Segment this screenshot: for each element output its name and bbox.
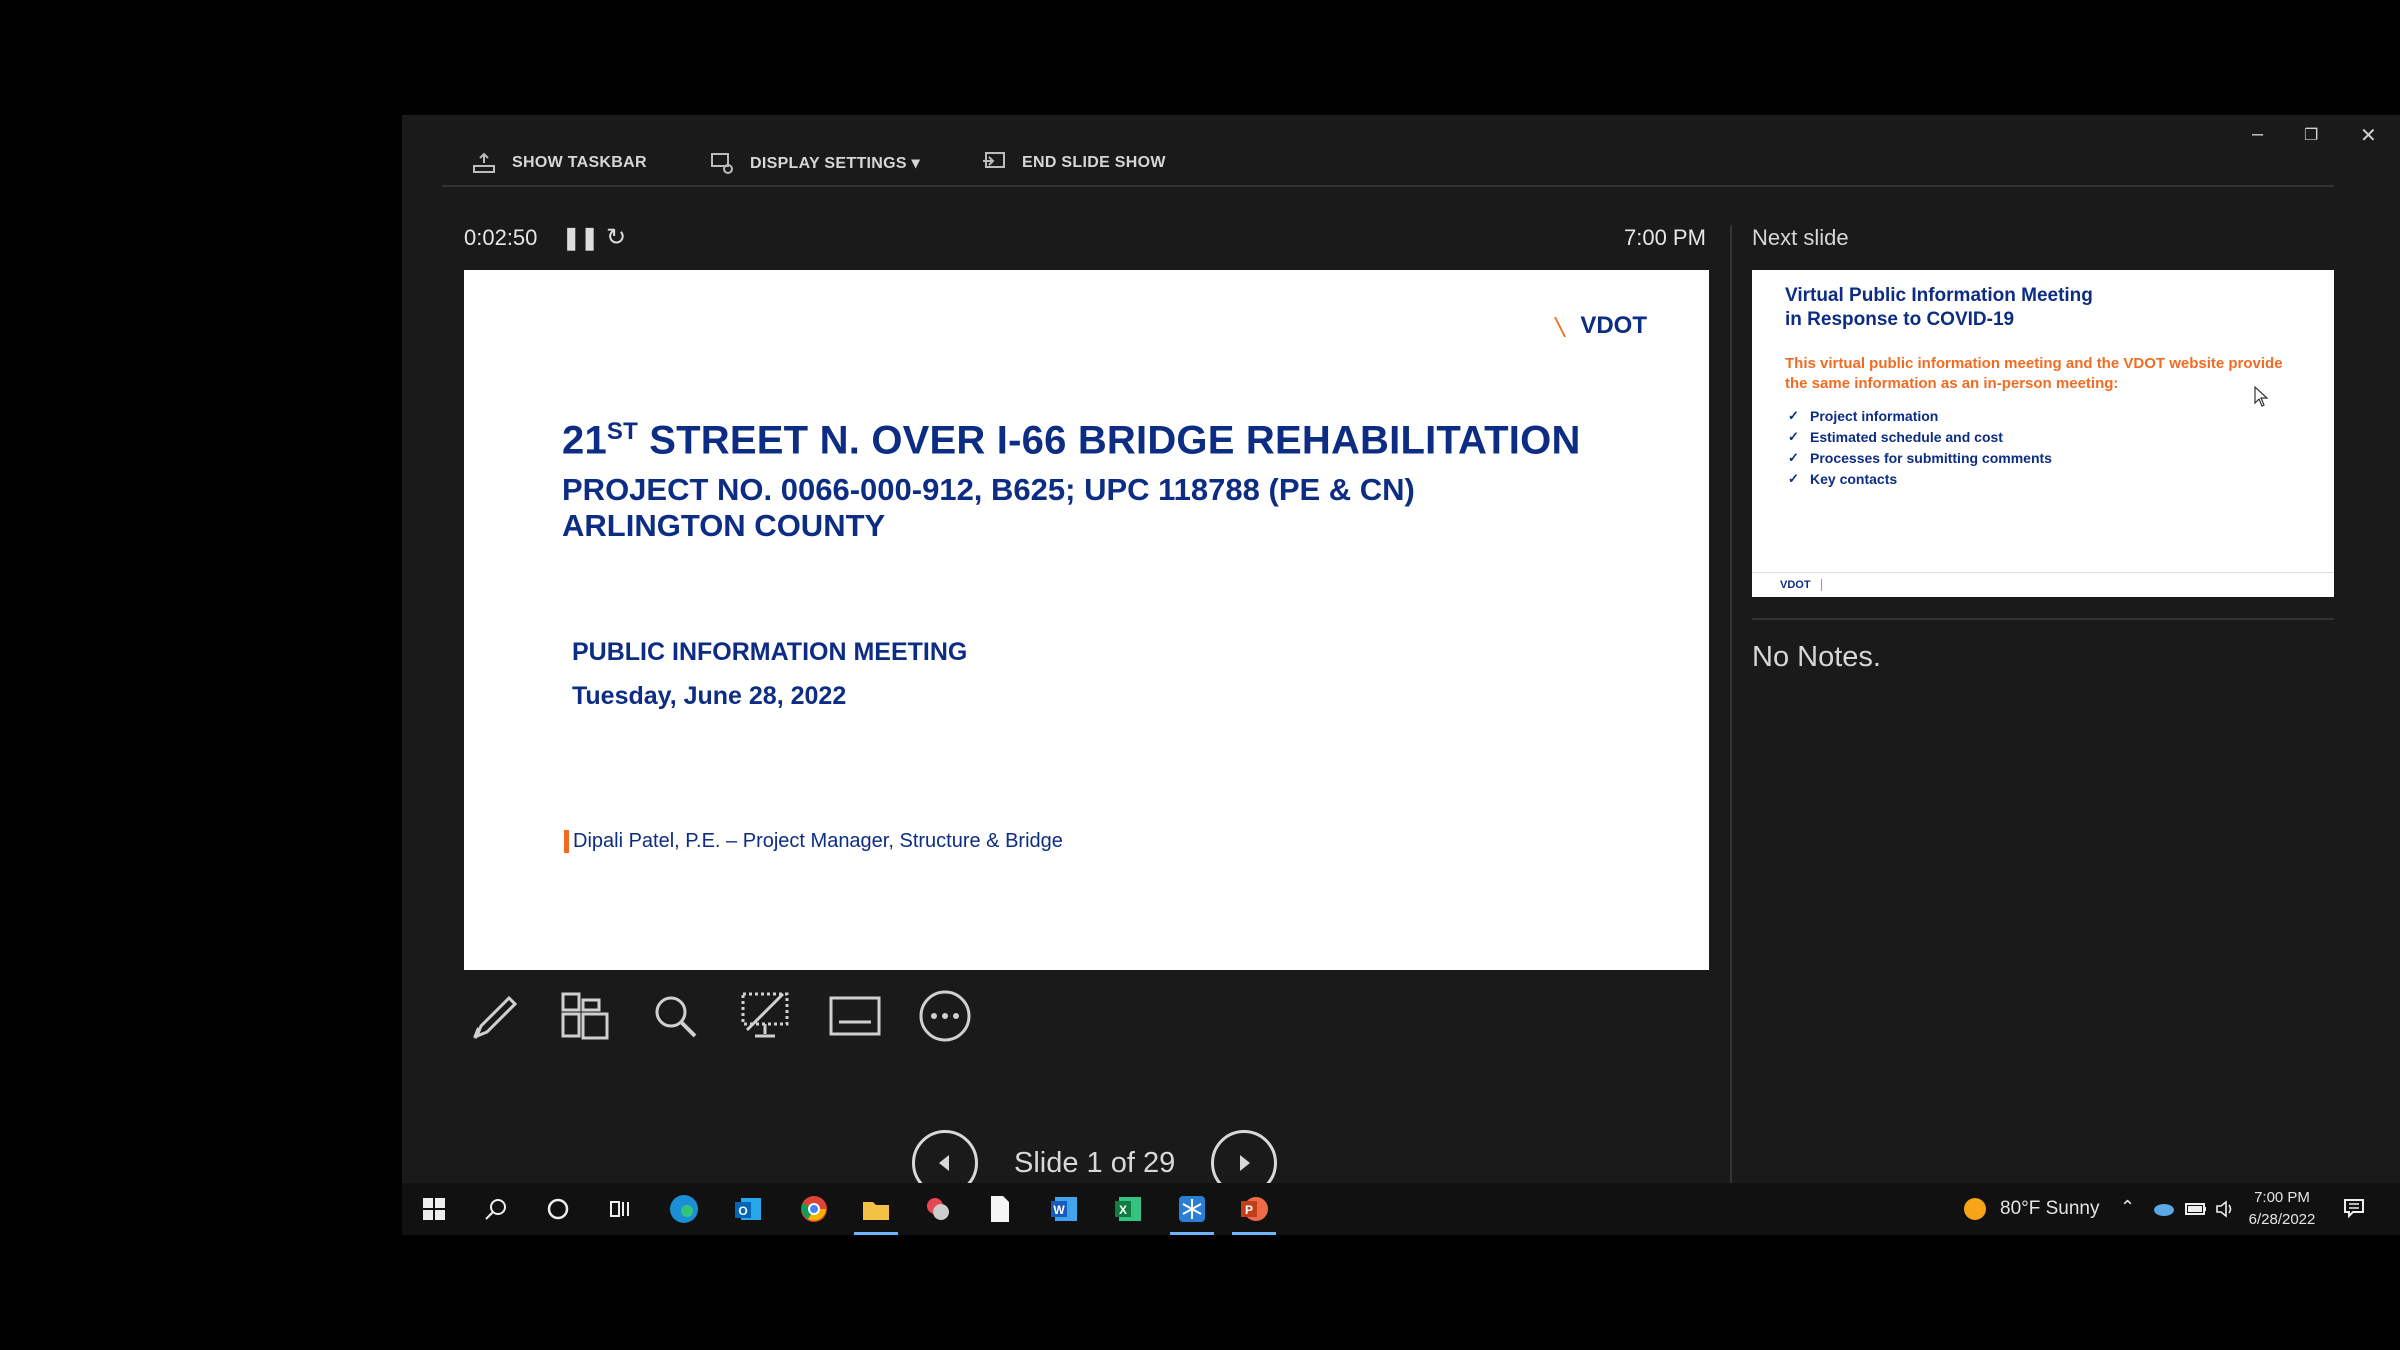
excel-icon[interactable]: X xyxy=(1110,1191,1146,1227)
presenter-view-window: SHOW TASKBAR DISPLAY SETTINGS ▾ END SLID… xyxy=(402,115,2400,1235)
weather-text: 80°F Sunny xyxy=(2000,1198,2100,1219)
current-time: 7:00 PM xyxy=(1624,225,1706,250)
check-icon: ✓ xyxy=(1788,428,1799,444)
word-icon[interactable]: W xyxy=(1046,1191,1082,1227)
outlook-icon[interactable]: O xyxy=(730,1191,766,1227)
task-view-icon[interactable] xyxy=(602,1191,638,1227)
next-slide-footer: VDOT xyxy=(1752,572,2334,597)
footer-divider xyxy=(1820,579,1822,591)
powerpoint-active-indicator xyxy=(1232,1232,1276,1235)
check-icon: ✓ xyxy=(1788,407,1799,423)
toolbar-divider xyxy=(442,185,2334,187)
end-slide-show-icon xyxy=(983,152,1005,168)
cortana-icon[interactable] xyxy=(540,1191,576,1227)
onedrive-icon[interactable] xyxy=(2152,1196,2176,1225)
end-slide-show-button[interactable]: END SLIDE SHOW xyxy=(980,145,1166,181)
windows-start-icon[interactable] xyxy=(416,1191,452,1227)
next-slide-intro: This virtual public information meeting … xyxy=(1785,355,2283,392)
next-slide-title: Virtual Public Information Meeting in Re… xyxy=(1785,285,2093,330)
taskbar-date: 6/28/2022 xyxy=(2248,1211,2316,1228)
snowflake-active-indicator xyxy=(1170,1232,1214,1235)
weather-widget[interactable]: 80°F Sunny xyxy=(1962,1196,2100,1222)
battery-icon[interactable] xyxy=(2184,1197,2208,1226)
list-item: ✓ Project information xyxy=(1788,407,1939,424)
sun-icon xyxy=(1964,1198,1986,1220)
speaker-notes[interactable]: No Notes. xyxy=(1752,641,1881,674)
current-slide[interactable]: VDOT 21ST STREET N. OVER I-66 BRIDGE REH… xyxy=(464,270,1709,970)
notes-divider xyxy=(1752,618,2334,620)
file-explorer-icon[interactable] xyxy=(858,1191,894,1227)
svg-text:X: X xyxy=(1119,1203,1127,1217)
file-explorer-active-indicator xyxy=(854,1232,898,1235)
restore-icon[interactable]: ❐ xyxy=(2304,125,2318,145)
list-item: ✓ Key contacts xyxy=(1788,470,1898,487)
slide-meeting-date: Tuesday, June 28, 2022 xyxy=(572,682,847,710)
minimize-icon[interactable]: – xyxy=(2252,123,2263,146)
next-slide-preview[interactable]: Virtual Public Information Meeting in Re… xyxy=(1752,270,2334,597)
zoom-icon[interactable] xyxy=(644,985,706,1047)
taskbar-icon xyxy=(473,152,495,173)
arrow-left-icon xyxy=(939,1155,949,1171)
show-taskbar-label: SHOW TASKBAR xyxy=(512,154,647,171)
footer-logo: VDOT xyxy=(1780,579,1811,591)
slide-meeting-title: PUBLIC INFORMATION MEETING xyxy=(572,638,968,666)
svg-text:O: O xyxy=(738,1204,747,1218)
pen-icon[interactable] xyxy=(464,985,526,1047)
pause-icon[interactable]: ❚❚ xyxy=(562,225,599,251)
display-settings-button[interactable]: DISPLAY SETTINGS ▾ xyxy=(708,145,920,181)
powerpoint-icon[interactable]: P xyxy=(1236,1191,1272,1227)
elapsed-timer: 0:02:50 xyxy=(464,225,538,250)
more-options-icon[interactable] xyxy=(914,985,976,1047)
slide-counter[interactable]: Slide 1 of 29 xyxy=(1014,1147,1175,1180)
svg-text:W: W xyxy=(1053,1203,1065,1217)
vdot-logo: VDOT xyxy=(1554,312,1647,340)
pane-divider[interactable] xyxy=(1730,225,1732,1235)
windows-taskbar: O W X P 80°F Sunny ⌃ 7:00 PM 6/28/2022 xyxy=(402,1183,2400,1235)
chevron-up-icon[interactable]: ⌃ xyxy=(2120,1197,2135,1218)
list-item: ✓ Estimated schedule and cost xyxy=(1788,428,2003,445)
slide-county: ARLINGTON COUNTY xyxy=(562,508,886,543)
display-settings-label: DISPLAY SETTINGS ▾ xyxy=(750,155,920,172)
black-screen-icon[interactable] xyxy=(734,985,796,1047)
next-slide-label: Next slide xyxy=(1752,225,1849,250)
taskbar-time: 7:00 PM xyxy=(2254,1189,2310,1206)
svg-text:P: P xyxy=(1245,1203,1253,1217)
see-all-slides-icon[interactable] xyxy=(554,985,616,1047)
display-settings-icon xyxy=(711,153,733,174)
check-icon: ✓ xyxy=(1788,470,1799,486)
snipping-tool-icon[interactable] xyxy=(920,1191,956,1227)
slide-project-number: PROJECT NO. 0066-000-912, B625; UPC 1187… xyxy=(562,472,1415,507)
close-icon[interactable]: ✕ xyxy=(2360,123,2377,148)
check-icon: ✓ xyxy=(1788,449,1799,465)
slide-presenter: Dipali Patel, P.E. – Project Manager, St… xyxy=(564,830,1063,853)
edge-browser-icon[interactable] xyxy=(666,1191,702,1227)
notifications-icon[interactable] xyxy=(2342,1196,2366,1225)
subtitles-icon[interactable] xyxy=(824,985,886,1047)
volume-icon[interactable] xyxy=(2214,1197,2238,1226)
taskbar-clock[interactable]: 7:00 PM 6/28/2022 xyxy=(2242,1187,2322,1231)
vdot-logo-icon xyxy=(1554,317,1567,337)
end-slide-show-label: END SLIDE SHOW xyxy=(1022,154,1166,171)
restart-timer-icon[interactable]: ↻ xyxy=(606,223,626,252)
list-item: ✓ Processes for submitting comments xyxy=(1788,449,2052,466)
slide-title: 21ST STREET N. OVER I-66 BRIDGE REHABILI… xyxy=(562,418,1581,463)
mouse-cursor-icon xyxy=(2254,386,2269,407)
notepad-icon[interactable] xyxy=(982,1191,1018,1227)
show-taskbar-button[interactable]: SHOW TASKBAR xyxy=(470,145,647,181)
snowflake-app-icon[interactable] xyxy=(1174,1191,1210,1227)
next-slide-list: ✓ Project information ✓ Estimated schedule… xyxy=(1788,405,2052,489)
search-icon[interactable] xyxy=(478,1191,514,1227)
slide-tools xyxy=(464,985,976,1047)
arrow-right-icon xyxy=(1240,1155,1251,1171)
chrome-icon[interactable] xyxy=(796,1191,832,1227)
